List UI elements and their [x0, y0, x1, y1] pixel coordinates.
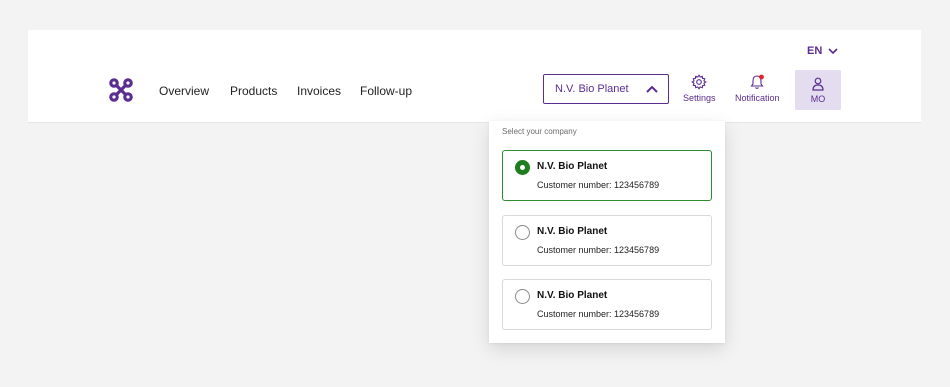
settings-button[interactable]: Settings	[683, 74, 716, 108]
company-option[interactable]: N.V. Bio Planet Customer number: 1234567…	[502, 279, 712, 330]
radio-unselected[interactable]	[515, 289, 530, 304]
language-selector[interactable]: EN	[807, 44, 838, 58]
nav-overview[interactable]: Overview	[159, 84, 209, 98]
gear-icon	[691, 74, 708, 90]
nav-invoices[interactable]: Invoices	[297, 84, 341, 98]
company-select[interactable]: N.V. Bio Planet	[543, 74, 669, 104]
customer-number: Customer number: 123456789	[537, 180, 660, 190]
company-option[interactable]: N.V. Bio Planet Customer number: 1234567…	[502, 215, 712, 266]
chevron-down-icon	[828, 47, 838, 54]
customer-number: Customer number: 123456789	[537, 245, 660, 255]
user-icon	[812, 77, 824, 91]
notification-button[interactable]: Notification	[735, 74, 780, 108]
company-name: N.V. Bio Planet	[537, 290, 608, 301]
nav-products[interactable]: Products	[230, 84, 277, 98]
nav-follow-up[interactable]: Follow-up	[360, 84, 412, 98]
company-option[interactable]: N.V. Bio Planet Customer number: 1234567…	[502, 150, 712, 201]
notification-label: Notification	[735, 93, 780, 103]
radio-selected[interactable]	[515, 160, 530, 175]
chevron-up-icon	[646, 85, 658, 93]
user-menu-button[interactable]: MO	[795, 70, 841, 110]
company-dropdown: Select your company N.V. Bio Planet Cust…	[489, 121, 725, 343]
company-name: N.V. Bio Planet	[537, 226, 608, 237]
bell-icon	[750, 74, 765, 89]
dropdown-heading: Select your company	[502, 127, 577, 136]
customer-number: Customer number: 123456789	[537, 309, 660, 319]
company-name: N.V. Bio Planet	[537, 161, 608, 172]
notification-dot	[759, 74, 765, 80]
top-bar	[28, 30, 921, 123]
user-initials: MO	[810, 93, 826, 104]
settings-label: Settings	[683, 93, 716, 103]
company-select-value: N.V. Bio Planet	[555, 83, 629, 95]
language-label: EN	[807, 45, 823, 57]
radio-unselected[interactable]	[515, 225, 530, 240]
logo-icon[interactable]	[108, 77, 134, 103]
